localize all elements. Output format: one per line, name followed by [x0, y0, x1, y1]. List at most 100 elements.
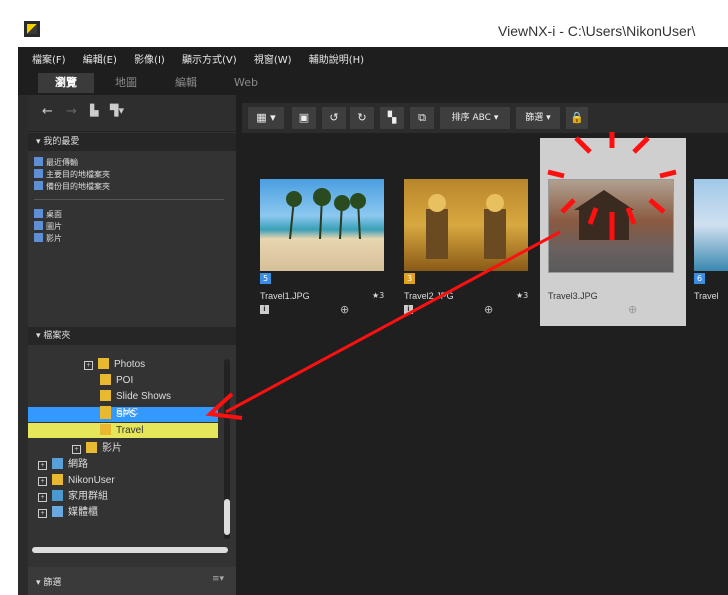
grid-view-button[interactable]: ▦ ▾	[248, 107, 284, 129]
favorite-label: 最近傳輸	[46, 158, 78, 167]
tree-node-media[interactable]: + 媒體櫃	[38, 505, 98, 520]
tree-label: Photos	[114, 359, 146, 370]
desktop-icon	[34, 209, 43, 218]
menu-view[interactable]: 顯示方式(V)	[182, 51, 237, 66]
video-icon	[34, 233, 43, 242]
folder-icon	[34, 181, 43, 190]
tree-label: 網路	[68, 459, 88, 470]
toolbar: ▦ ▾ ▣ ↺ ↻ ▚ ⧉ 排序 ABC ▾ 篩選 ▾ 🔒	[242, 103, 728, 133]
tree-node-network[interactable]: + 網路	[38, 457, 88, 472]
menu-image[interactable]: 影像(I)	[134, 51, 165, 66]
tree-node-sps[interactable]: SPS	[100, 407, 136, 422]
folder-icon	[34, 169, 43, 178]
favorite-item[interactable]: 備份目的地檔案夾	[34, 181, 110, 192]
favorite-label: 備份目的地檔案夾	[46, 182, 110, 191]
favorite-item[interactable]: 主要目的地檔案夾	[34, 169, 110, 180]
tree-label: NikonUser	[68, 475, 115, 486]
view-options-icon[interactable]: ▜▾	[110, 104, 124, 117]
thumbnail-travel3[interactable]: Travel3.JPG ⊕	[548, 179, 692, 359]
tree-node-videos[interactable]: + 影片	[72, 441, 122, 456]
app-window: ViewNX-i - C:\Users\NikonUser\ 檔案(F) 編輯(…	[18, 15, 728, 595]
tree-node-photos[interactable]: + Photos	[84, 357, 145, 372]
info-icon[interactable]: i	[404, 305, 413, 314]
left-panel: ← → ▙ ▜▾ ▾ 我的最愛 最近傳輸 主要目的地檔案夾 備份目的地檔案夾 桌…	[28, 95, 236, 595]
globe-icon[interactable]: ⊕	[340, 303, 349, 316]
folder-up-icon[interactable]: ▙	[90, 104, 98, 117]
tree-label: Travel	[116, 425, 144, 436]
filter-button[interactable]: 篩選 ▾	[516, 107, 560, 129]
menu-help[interactable]: 輔助說明(H)	[309, 51, 364, 66]
expand-icon[interactable]: +	[84, 361, 93, 370]
back-arrow-icon[interactable]: ←	[42, 104, 53, 119]
expand-icon[interactable]: +	[38, 493, 47, 502]
library-item[interactable]: 圖片	[34, 221, 62, 232]
ruins-icon	[574, 190, 634, 240]
label-badge: 5	[260, 273, 271, 284]
info-icon[interactable]: i	[260, 305, 269, 314]
tree-label: 家用群組	[68, 491, 108, 502]
globe-icon[interactable]: ⊕	[484, 303, 493, 316]
rating-stars: ★3	[516, 291, 529, 300]
tree-horizontal-scrollbar[interactable]	[32, 547, 228, 553]
filter-section[interactable]: ▾ 篩選 ≡▾	[28, 567, 236, 595]
menu-window[interactable]: 視窗(W)	[254, 51, 292, 66]
tree-label: SPS	[116, 409, 137, 420]
panel-menu-icon[interactable]: ≡▾	[212, 574, 224, 584]
sort-button[interactable]: 排序 ABC ▾	[440, 107, 510, 129]
tree-node-nikonuser[interactable]: + NikonUser	[38, 473, 115, 488]
favorites-header[interactable]: ▾ 我的最愛	[28, 133, 236, 151]
palm-trees-icon	[286, 188, 366, 240]
folder-icon	[100, 390, 111, 401]
rotate-left-button[interactable]: ↺	[322, 107, 346, 129]
expand-icon[interactable]: +	[38, 509, 47, 518]
title-bar: ViewNX-i - C:\Users\NikonUser\	[18, 15, 728, 48]
photo-tower	[694, 179, 728, 271]
library-item[interactable]: 影片	[34, 233, 62, 244]
forward-arrow-icon[interactable]: →	[66, 104, 77, 119]
library-item[interactable]: 桌面	[34, 209, 62, 220]
library-label: 圖片	[46, 222, 62, 231]
statues-icon	[426, 194, 506, 259]
scrollbar-thumb[interactable]	[224, 499, 230, 535]
thumbnail-travel1[interactable]: 5 Travel1.JPG ★3 i ⊕	[260, 179, 404, 359]
photo-beach	[260, 179, 384, 271]
pictures-icon	[34, 221, 43, 230]
thumbnail-travel2[interactable]: 3 Travel2.JPG ★3 i ⊕	[404, 179, 548, 359]
menu-edit[interactable]: 編輯(E)	[83, 51, 117, 66]
rating-stars: ★3	[372, 291, 385, 300]
tab-map[interactable]: 地圖	[104, 73, 148, 93]
homegroup-icon	[52, 490, 63, 501]
expand-icon[interactable]: +	[38, 477, 47, 486]
tree-node-poi[interactable]: POI	[100, 373, 133, 388]
tree-node-homegroup[interactable]: + 家用群組	[38, 489, 108, 504]
tree-node-slideshows[interactable]: Slide Shows	[100, 389, 171, 404]
window-title: ViewNX-i - C:\Users\NikonUser\	[498, 23, 696, 39]
rotate-right-button[interactable]: ↻	[350, 107, 374, 129]
expand-icon[interactable]: +	[38, 461, 47, 470]
app-logo-icon	[24, 21, 40, 37]
folder-icon	[86, 442, 97, 453]
folders-header[interactable]: ▾ 檔案夾	[28, 327, 236, 345]
lock-icon[interactable]: 🔒	[566, 107, 588, 129]
tree-vertical-scrollbar[interactable]	[224, 359, 230, 539]
group-button[interactable]: ⧉	[410, 107, 434, 129]
tree-node-travel[interactable]: Travel	[100, 423, 143, 438]
menu-bar: 檔案(F) 編輯(E) 影像(I) 顯示方式(V) 視窗(W) 輔助說明(H)	[18, 47, 728, 69]
tab-web[interactable]: Web	[224, 73, 268, 93]
tree-label: Slide Shows	[116, 391, 172, 402]
tree-label: 影片	[102, 443, 122, 454]
globe-icon[interactable]: ⊕	[628, 303, 637, 316]
tree-label: 媒體櫃	[68, 507, 98, 518]
thumbnail-filename: Travel3.JPG	[548, 291, 598, 301]
nav-row: ← → ▙ ▜▾	[28, 95, 236, 132]
tree-label: POI	[116, 375, 134, 386]
menu-file[interactable]: 檔案(F)	[32, 51, 66, 66]
favorite-item[interactable]: 最近傳輸	[34, 157, 78, 168]
tab-edit[interactable]: 編輯	[164, 73, 208, 93]
tab-browse[interactable]: 瀏覽	[38, 73, 94, 93]
full-screen-button[interactable]: ▣	[292, 107, 316, 129]
thumbnail-travel4[interactable]: 6 Travel	[694, 179, 728, 359]
expand-icon[interactable]: +	[72, 445, 81, 454]
compare-button[interactable]: ▚	[380, 107, 404, 129]
favorites-title: 我的最愛	[43, 137, 80, 147]
